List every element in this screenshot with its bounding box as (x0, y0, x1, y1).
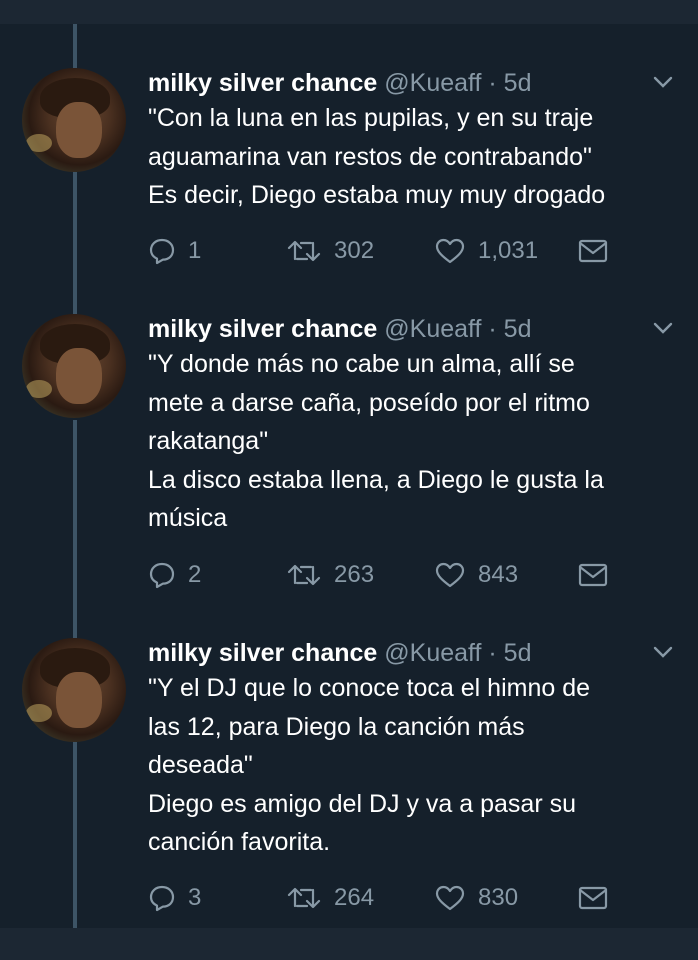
tweet-actions: 2 263 843 (148, 560, 668, 590)
reply-count: 2 (188, 561, 202, 588)
tweet-line: rakatanga" (148, 427, 269, 455)
thread-line (73, 172, 77, 314)
tweet-header: milky silver chance @Kueaff · 5d (148, 638, 532, 668)
tweet-line: "Y donde más no cabe un alma, allí se (148, 350, 575, 378)
thread-line (73, 742, 77, 928)
reply-icon (149, 562, 175, 589)
tweet-line: Es decir, Diego estaba muy muy drogado (148, 181, 606, 209)
avatar[interactable] (22, 314, 126, 418)
tweet-line: Diego es amigo del DJ y va a pasar su (148, 789, 576, 818)
retweet-icon (287, 887, 321, 909)
retweet-icon (287, 564, 321, 586)
display-name[interactable]: milky silver chance (148, 315, 377, 343)
mail-icon (578, 886, 608, 910)
like-count: 830 (478, 884, 519, 911)
tweet-line: "Y el DJ que lo conoce toca el himno de (148, 674, 591, 702)
thread-line (73, 24, 77, 68)
handle-and-time[interactable]: @Kueaff · 5d (384, 315, 531, 343)
tweet-line: mete a darse caña, poseído por el ritmo (148, 388, 590, 417)
like-button[interactable]: 1,031 (434, 236, 538, 266)
like-count: 843 (478, 561, 519, 588)
reply-count: 3 (188, 884, 202, 911)
tweet-line: "Con la luna en las pupilas, y en su tra… (148, 104, 594, 132)
tweet-line: música (148, 504, 228, 532)
direct-message-button[interactable] (578, 560, 608, 590)
tweet-line: canción favorita. (148, 828, 331, 856)
avatar[interactable] (22, 68, 126, 172)
reply-icon (149, 238, 175, 265)
handle-and-time[interactable]: @Kueaff · 5d (384, 69, 531, 97)
handle-and-time[interactable]: @Kueaff · 5d (384, 639, 531, 667)
tweet-header: milky silver chance @Kueaff · 5d (148, 314, 532, 344)
like-button[interactable]: 843 (434, 560, 518, 590)
direct-message-button[interactable] (578, 236, 608, 266)
top-bar (0, 0, 698, 24)
reply-button[interactable]: 2 (148, 560, 201, 590)
bottom-bar (0, 928, 698, 960)
tweet-line: La disco estaba llena, a Diego le gusta … (148, 465, 604, 494)
display-name[interactable]: milky silver chance (148, 639, 377, 667)
tweet-line: aguamarina van restos de contrabando" (148, 142, 592, 171)
heart-icon (435, 238, 465, 264)
tweet-header: milky silver chance @Kueaff · 5d (148, 68, 532, 98)
tweet-line: deseada" (148, 751, 253, 779)
retweet-icon (287, 240, 321, 262)
reply-button[interactable]: 1 (148, 236, 201, 266)
direct-message-button[interactable] (578, 883, 608, 913)
thread-line (73, 420, 77, 638)
mail-icon (578, 239, 608, 263)
tweet-text: "Con la luna en las pupilas, y en su tra… (148, 99, 678, 215)
reply-icon (149, 885, 175, 912)
mail-icon (578, 563, 608, 587)
tweet-text: "Y el DJ que lo conoce toca el himno de … (148, 669, 678, 862)
retweet-button[interactable]: 264 (286, 883, 374, 913)
retweet-button[interactable]: 263 (286, 560, 374, 590)
retweet-count: 263 (334, 561, 375, 588)
retweet-button[interactable]: 302 (286, 236, 374, 266)
reply-count: 1 (188, 237, 202, 264)
chevron-down-icon[interactable] (652, 320, 674, 336)
tweet-actions: 3 264 830 (148, 883, 668, 913)
like-button[interactable]: 830 (434, 883, 518, 913)
tweet-actions: 1 302 1,031 (148, 236, 668, 266)
reply-button[interactable]: 3 (148, 883, 201, 913)
heart-icon (435, 885, 465, 911)
chevron-down-icon[interactable] (652, 74, 674, 90)
avatar[interactable] (22, 638, 126, 742)
tweet-text: "Y donde más no cabe un alma, allí se me… (148, 345, 678, 538)
tweet-line: las 12, para Diego la canción más (148, 712, 525, 741)
retweet-count: 302 (334, 237, 375, 264)
retweet-count: 264 (334, 884, 375, 911)
display-name[interactable]: milky silver chance (148, 69, 377, 97)
chevron-down-icon[interactable] (652, 644, 674, 660)
heart-icon (435, 562, 465, 588)
like-count: 1,031 (478, 237, 539, 264)
